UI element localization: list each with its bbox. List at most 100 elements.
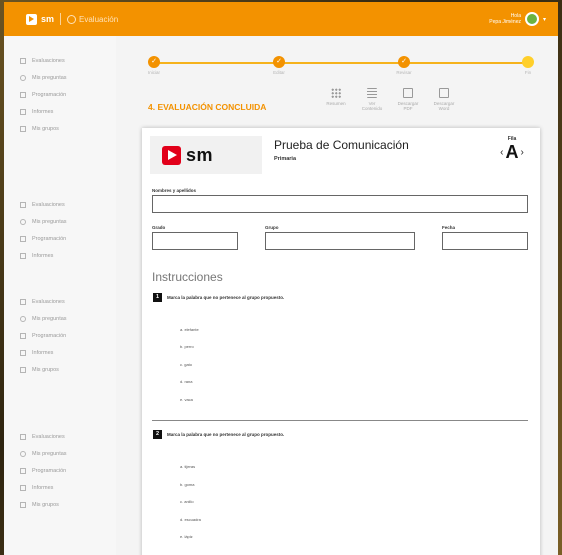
sidebar: Evaluaciones Mis preguntas Programación … [4,36,116,555]
page-title: 4. EVALUACIÓN CONCLUIDA [148,102,267,112]
check-icon: ✓ [273,56,285,68]
brand-play-icon [26,13,37,25]
user-icon [20,218,26,225]
sidebar-item-programacion[interactable]: Programación [20,327,67,344]
row-selector: Fila ‹ A › [492,136,532,163]
sidebar-item-informes[interactable]: Informes [20,103,67,120]
grade-field [152,232,238,250]
group-icon [20,366,26,373]
app-name: Evaluación [67,14,118,24]
step-revisar[interactable]: ✓ Revisar [379,54,429,75]
sidebar-item-mis-preguntas[interactable]: Mis preguntas [20,69,67,86]
tool-label: Descargar Word [433,101,455,111]
sidebar-item-informes[interactable]: Informes [20,479,67,496]
calendar-icon [20,467,26,474]
exam-preview: sm Prueba de Comunicación Primaria Fila … [142,128,540,555]
sidebar-item-informes[interactable]: Informes [20,344,67,361]
option-item: d. rana [180,379,193,384]
sidebar-item-programacion[interactable]: Programación [20,230,67,247]
main-content: ✓ Iniciar ✓ Editar ✓ Revisar Fin 4. EVAL… [116,36,558,555]
sidebar-item-evaluaciones[interactable]: Evaluaciones [20,428,67,445]
chevron-right-icon[interactable]: › [521,147,524,158]
date-field [442,232,528,250]
download-pdf-button[interactable]: Descargar PDF [394,88,422,111]
chart-icon [20,349,26,356]
option-item: c. gato [180,362,193,367]
question-text: Marca la palabra que no pertenece al gru… [167,432,285,437]
option-item: d. escuadra [180,517,201,522]
sidebar-item-label: Evaluaciones [32,298,65,305]
sidebar-item-programacion[interactable]: Programación [20,462,67,479]
sidebar-item-programacion[interactable]: Programación [20,86,67,103]
step-label: Editar [273,70,285,75]
sidebar-item-mis-grupos[interactable]: Mis grupos [20,120,67,137]
sidebar-item-label: Evaluaciones [32,201,65,208]
document-icon [20,201,26,208]
view-content-button[interactable]: Ver Contenido [358,88,386,111]
chart-icon [20,108,26,115]
avatar[interactable] [524,12,539,26]
sidebar-item-evaluaciones[interactable]: Evaluaciones [20,293,67,310]
option-item: a. elefante [180,327,199,332]
app-window: sm Evaluación Hola Pepa Jiménez ▾ Evalua… [4,2,558,555]
sidebar-item-informes[interactable]: Informes [20,247,67,264]
sidebar-item-label: Evaluaciones [32,433,65,440]
sidebar-item-label: Informes [32,108,54,115]
row-letter: A [505,142,519,162]
progress-stepper: ✓ Iniciar ✓ Editar ✓ Revisar Fin [146,54,536,76]
exam-title: Prueba de Comunicación [274,138,409,152]
chart-icon [20,252,26,259]
list-icon [367,88,377,98]
group-icon [20,125,26,132]
option-item: c. anillo [180,499,194,504]
grid-icon [331,88,341,98]
download-word-button[interactable]: Descargar Word [430,88,458,111]
sidebar-group-4: Evaluaciones Mis preguntas Programación … [20,428,67,513]
sidebar-item-mis-grupos[interactable]: Mis grupos [20,361,67,378]
sidebar-item-label: Mis preguntas [32,315,67,322]
exam-level: Primaria [274,156,297,162]
user-icon [20,74,26,81]
calendar-icon [20,91,26,98]
user-menu[interactable]: Hola Pepa Jiménez ▾ [489,12,546,26]
summary-button[interactable]: Resumen [322,88,350,111]
instructions-heading: Instrucciones [152,270,223,284]
sidebar-item-label: Evaluaciones [32,57,65,64]
sidebar-item-mis-preguntas[interactable]: Mis preguntas [20,310,67,327]
sidebar-item-mis-preguntas[interactable]: Mis preguntas [20,213,67,230]
chevron-left-icon[interactable]: ‹ [500,147,503,158]
top-bar: sm Evaluación Hola Pepa Jiménez ▾ [4,2,558,36]
sidebar-item-evaluaciones[interactable]: Evaluaciones [20,52,67,69]
sidebar-item-label: Programación [32,91,67,98]
brand-logo[interactable]: sm [26,13,55,25]
sidebar-item-mis-grupos[interactable]: Mis grupos [20,496,67,513]
sidebar-item-label: Informes [32,349,54,356]
sm-logo-text: sm [186,144,214,165]
sidebar-item-label: Mis preguntas [32,450,67,457]
user-name: Pepa Jiménez [489,19,521,25]
grade-label: Grado [152,225,166,230]
step-label: Revisar [396,70,412,75]
option-item: e. lápiz [180,534,193,539]
name-label: Nombres y apellidos [152,188,197,193]
user-icon [20,450,26,457]
sidebar-item-label: Informes [32,252,54,259]
document-icon [20,298,26,305]
app-gear-icon [67,14,77,24]
option-item: e. vaca [180,397,193,402]
user-greeting: Hola Pepa Jiménez [489,13,521,25]
brand-name: sm [41,14,55,24]
sidebar-item-evaluaciones[interactable]: Evaluaciones [20,196,67,213]
step-fin[interactable]: Fin [503,54,553,75]
pdf-icon [403,88,413,98]
document-icon [20,57,26,64]
step-label: Fin [524,70,532,75]
sidebar-item-mis-preguntas[interactable]: Mis preguntas [20,445,67,462]
chevron-down-icon[interactable]: ▾ [543,16,546,23]
sidebar-item-label: Mis grupos [32,125,59,132]
name-field [152,195,528,213]
tool-label: Descargar PDF [397,101,419,111]
step-iniciar[interactable]: ✓ Iniciar [129,54,179,75]
group-icon [20,501,26,508]
step-editar[interactable]: ✓ Editar [254,54,304,75]
